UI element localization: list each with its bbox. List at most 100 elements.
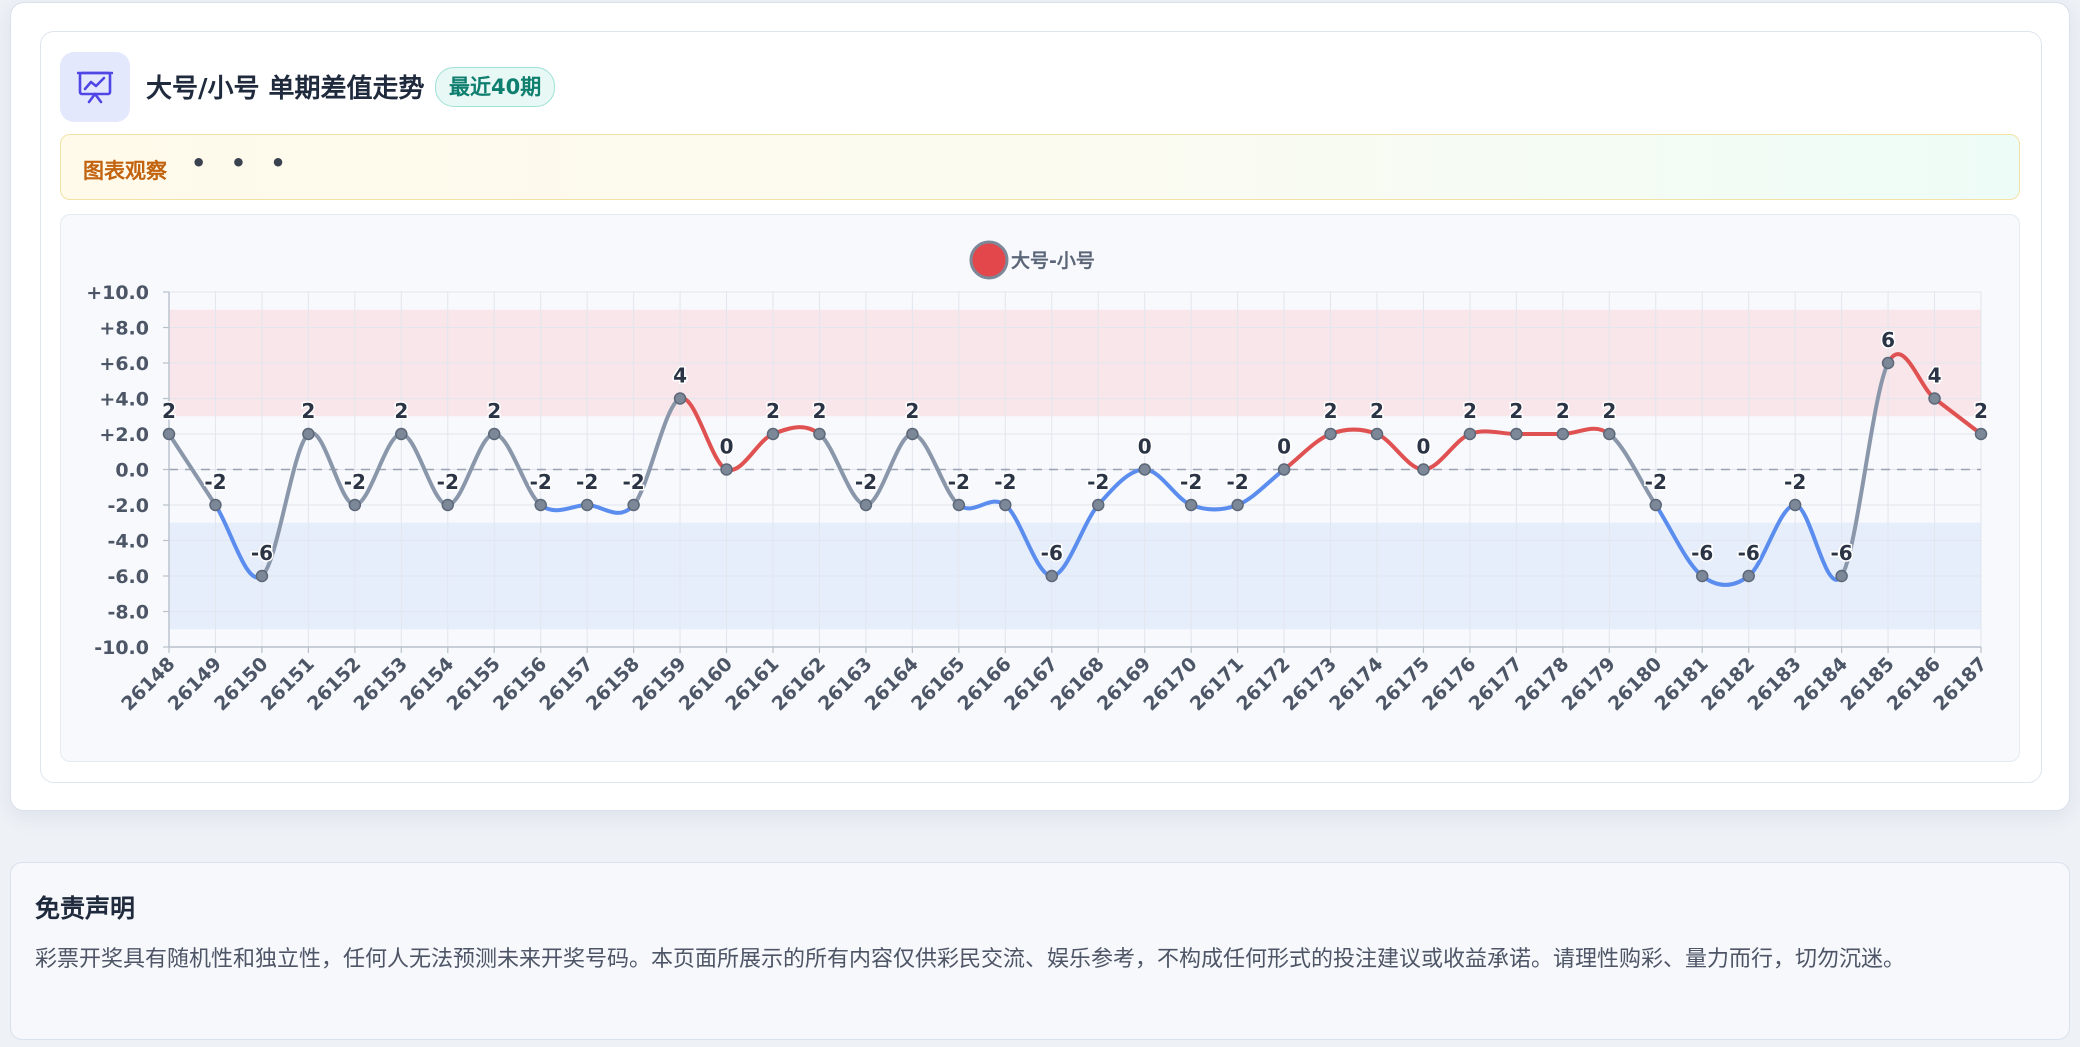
data-label: 2: [487, 399, 501, 423]
data-point[interactable]: [1556, 427, 1570, 441]
data-label: -2: [204, 470, 226, 494]
data-point[interactable]: [1138, 463, 1151, 476]
data-label: -2: [948, 470, 970, 494]
data-label: 2: [1556, 399, 1570, 423]
data-point[interactable]: [859, 498, 873, 512]
data-label: 0: [1138, 435, 1152, 459]
data-label: -2: [1784, 470, 1806, 494]
data-label: 2: [766, 399, 780, 423]
data-label: 4: [1928, 364, 1942, 388]
data-point[interactable]: [1881, 356, 1895, 370]
data-point[interactable]: [627, 498, 640, 512]
disclaimer-text: 彩票开奖具有随机性和独立性，任何人无法预测未来开奖号码。本页面所展示的所有内容仅…: [35, 947, 1906, 972]
data-point[interactable]: [580, 498, 594, 512]
data-point[interactable]: [1603, 427, 1616, 441]
y-tick-label: +6.0: [99, 353, 149, 375]
data-label: -6: [251, 541, 273, 565]
data-point[interactable]: [1510, 427, 1523, 441]
data-label: 4: [673, 364, 687, 388]
more-dots-icon[interactable]: • • •: [191, 149, 294, 177]
data-point[interactable]: [1974, 427, 1988, 441]
data-point[interactable]: [673, 392, 687, 405]
data-label: -2: [1180, 470, 1202, 494]
data-label: 2: [1602, 399, 1616, 423]
data-label: -6: [1831, 541, 1853, 565]
data-label: -6: [1041, 541, 1063, 565]
data-point[interactable]: [1091, 498, 1105, 512]
data-point[interactable]: [952, 498, 966, 512]
data-label: 6: [1881, 328, 1895, 352]
data-point[interactable]: [1184, 498, 1198, 512]
data-point[interactable]: [209, 498, 222, 512]
line-segment: [771, 425, 822, 436]
observation-label: 图表观察: [83, 159, 167, 183]
y-tick-label: -2.0: [107, 495, 149, 517]
line-segment: [1560, 426, 1612, 436]
y-tick-label: +8.0: [99, 318, 149, 340]
data-point[interactable]: [395, 427, 408, 441]
y-tick-label: +10.0: [86, 282, 149, 304]
legend-label[interactable]: 大号-小号: [1011, 249, 1095, 272]
chart-presentation-icon: [60, 52, 130, 122]
line-segment: [1328, 427, 1379, 436]
line-segment: [724, 432, 775, 473]
data-point[interactable]: [534, 498, 547, 512]
data-label: -2: [994, 470, 1016, 494]
y-tick-label: +2.0: [99, 424, 149, 446]
data-point[interactable]: [1324, 427, 1337, 441]
data-label: 2: [1463, 399, 1477, 423]
data-label: -2: [1227, 470, 1249, 494]
y-tick-label: -8.0: [107, 602, 149, 624]
data-point[interactable]: [999, 498, 1012, 512]
data-point[interactable]: [906, 427, 919, 441]
data-label: 2: [1324, 399, 1338, 423]
data-point[interactable]: [1277, 463, 1291, 476]
data-point[interactable]: [1788, 498, 1802, 512]
data-label: -2: [344, 470, 366, 494]
data-point[interactable]: [1231, 498, 1244, 512]
data-label: 2: [301, 399, 315, 423]
data-point[interactable]: [302, 427, 315, 441]
data-point[interactable]: [766, 427, 780, 441]
data-point[interactable]: [1649, 498, 1663, 512]
data-label: 2: [905, 399, 919, 423]
data-point[interactable]: [1370, 427, 1384, 441]
data-point[interactable]: [1417, 463, 1430, 476]
data-point[interactable]: [348, 498, 362, 512]
legend-marker[interactable]: [969, 240, 1009, 280]
data-label: -2: [623, 470, 645, 494]
data-label: 0: [1417, 435, 1431, 459]
data-label: 2: [394, 399, 408, 423]
data-point[interactable]: [1835, 569, 1848, 583]
data-point[interactable]: [720, 463, 733, 476]
data-label: -6: [1691, 541, 1713, 565]
y-tick-label: 0.0: [115, 460, 149, 482]
data-point[interactable]: [255, 569, 269, 583]
data-label: -6: [1738, 541, 1760, 565]
data-point[interactable]: [162, 427, 176, 441]
line-chart: +10.0 +8.0 +6.0 +4.0 +2.0 0.0 -2.0 -4.0 -6.0 -8.0…: [86, 240, 1992, 715]
observation-bar[interactable]: 图表观察 • • •: [60, 134, 2020, 200]
y-tick-label: -10.0: [94, 637, 149, 659]
data-point[interactable]: [1695, 569, 1709, 583]
data-point[interactable]: [487, 427, 501, 441]
data-point[interactable]: [441, 498, 455, 512]
data-label: 0: [720, 435, 734, 459]
data-label: -2: [1087, 470, 1109, 494]
y-tick-label: -4.0: [107, 531, 149, 553]
data-point[interactable]: [813, 427, 826, 441]
data-point[interactable]: [1463, 427, 1477, 441]
disclaimer-panel: 免责声明 彩票开奖具有随机性和独立性，任何人无法预测未来开奖号码。本页面所展示的…: [10, 862, 2070, 1040]
data-point[interactable]: [1928, 392, 1941, 405]
line-segment: [538, 503, 590, 513]
page-title: 大号/小号 单期差值走势: [146, 74, 425, 104]
data-label: -2: [1645, 470, 1667, 494]
line-segment: [585, 503, 636, 515]
data-label: 2: [1370, 399, 1384, 423]
data-label: 0: [1277, 435, 1291, 459]
data-point[interactable]: [1045, 569, 1059, 583]
data-point[interactable]: [1742, 569, 1755, 583]
line-segment: [1189, 503, 1240, 512]
y-tick-label: -6.0: [107, 566, 149, 588]
data-label: -2: [437, 470, 459, 494]
